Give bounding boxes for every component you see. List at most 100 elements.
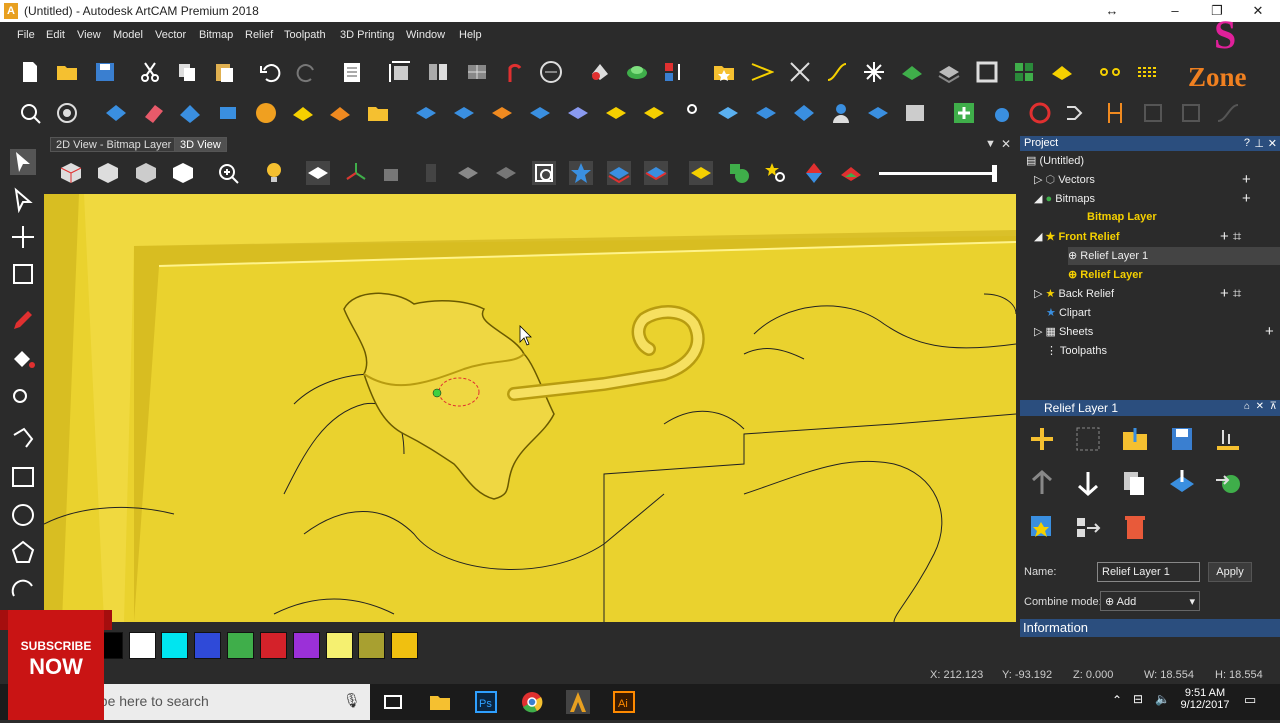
bend-icon[interactable] xyxy=(1103,101,1127,125)
menu-bitmap[interactable]: Bitmap xyxy=(199,29,233,41)
swatch-gold[interactable] xyxy=(391,632,418,659)
notifications-icon[interactable]: ▭ xyxy=(1244,692,1256,708)
swatch-olive[interactable] xyxy=(358,632,385,659)
menu-view[interactable]: View xyxy=(77,29,101,41)
pin-panel-icon[interactable]: ⊥ xyxy=(1254,137,1264,150)
view-side-icon[interactable] xyxy=(134,161,158,185)
delete-layer-icon[interactable] xyxy=(1120,512,1150,542)
person-relief-icon[interactable] xyxy=(829,101,853,125)
apply-layer-icon[interactable] xyxy=(1213,468,1243,498)
measure-icon[interactable] xyxy=(539,60,563,84)
wave-pattern-icon[interactable] xyxy=(1136,60,1160,84)
drop-icon[interactable] xyxy=(990,101,1014,125)
tree-item-bitmaps[interactable]: ◢ ● Bitmaps xyxy=(1034,192,1095,205)
layer-properties-icon[interactable] xyxy=(1027,512,1057,542)
close-layer-panel-icon[interactable]: ✕ xyxy=(1256,401,1264,412)
menu-window[interactable]: Window xyxy=(406,29,445,41)
cube-blue-icon[interactable] xyxy=(792,101,816,125)
material-icon[interactable] xyxy=(381,161,405,185)
rectangle-icon[interactable] xyxy=(10,464,36,490)
polygon-icon[interactable] xyxy=(10,539,36,565)
add-back-relief-icon[interactable]: + ⌗ xyxy=(1220,285,1241,302)
relief-icon[interactable] xyxy=(625,60,649,84)
view-top-icon[interactable] xyxy=(171,161,195,185)
star-view-icon[interactable] xyxy=(569,161,593,185)
swatch-blue[interactable] xyxy=(194,632,221,659)
pin-icon[interactable] xyxy=(680,101,704,125)
offset-icon[interactable] xyxy=(528,101,552,125)
sort-icon[interactable] xyxy=(662,60,686,84)
3d-viewport[interactable] xyxy=(44,194,1016,622)
add-vector-icon[interactable]: + xyxy=(1242,171,1251,188)
box-select-icon[interactable] xyxy=(532,161,556,185)
brightness-slider[interactable] xyxy=(879,172,997,175)
add-layer-icon[interactable] xyxy=(1027,424,1057,454)
tree-item-toolpaths[interactable]: ⋮ Toolpaths xyxy=(1046,344,1107,357)
notes-icon[interactable] xyxy=(340,60,364,84)
layers-view-icon[interactable] xyxy=(607,161,631,185)
stack-layers-icon[interactable] xyxy=(903,101,927,125)
volume-icon[interactable]: 🔈 xyxy=(1155,692,1170,706)
spin-icon[interactable] xyxy=(216,101,240,125)
microphone-icon[interactable]: 🎙 xyxy=(343,692,361,709)
save-icon[interactable] xyxy=(93,60,117,84)
clock[interactable]: 9:51 AM 9/12/2017 xyxy=(1180,687,1230,711)
add-bitmap-icon[interactable]: + xyxy=(1242,190,1251,207)
tree-item-front-relief[interactable]: ◢ ★ Front Relief xyxy=(1034,230,1120,243)
add-sheet-icon[interactable]: + xyxy=(1265,323,1274,340)
file-explorer-icon[interactable] xyxy=(428,690,452,714)
swatch-red[interactable] xyxy=(260,632,287,659)
shape-editor-icon[interactable] xyxy=(104,101,128,125)
apply-button[interactable]: Apply xyxy=(1208,562,1252,582)
import-layer-icon[interactable] xyxy=(1120,424,1150,454)
swatch-cyan[interactable] xyxy=(161,632,188,659)
add-front-relief-icon[interactable]: + ⌗ xyxy=(1220,228,1241,245)
disabled-curve-icon[interactable] xyxy=(1216,101,1240,125)
illustrator-icon[interactable]: Ai xyxy=(612,690,636,714)
blue-diamond-icon[interactable] xyxy=(414,101,438,125)
tile-icon[interactable] xyxy=(1012,60,1036,84)
set-model-size-icon[interactable] xyxy=(388,60,412,84)
view-iso-icon[interactable] xyxy=(59,161,83,185)
circle-icon[interactable] xyxy=(10,502,36,528)
subtract-relief-icon[interactable] xyxy=(642,101,666,125)
merge-layer-icon[interactable] xyxy=(1167,468,1197,498)
disc-icon[interactable] xyxy=(1028,101,1052,125)
ruler-layer-icon[interactable] xyxy=(1213,424,1243,454)
polyline-icon[interactable] xyxy=(10,425,36,451)
combine-mode-select[interactable]: ⊕ Add ▾ xyxy=(1100,591,1200,611)
rainbow-icon[interactable] xyxy=(839,161,863,185)
help-icon[interactable]: ? xyxy=(1244,137,1250,149)
tab-2d-view[interactable]: 2D View - Bitmap Layer xyxy=(50,137,178,152)
tree-item-relief-layer[interactable]: ⊕ Relief Layer xyxy=(1068,268,1143,281)
bitmap-to-vector-icon[interactable] xyxy=(588,60,612,84)
node-edit-icon[interactable] xyxy=(788,60,812,84)
layers-stack-icon[interactable] xyxy=(754,101,778,125)
menu-help[interactable]: Help xyxy=(459,29,482,41)
tab-3d-view[interactable]: 3D View xyxy=(174,137,227,152)
new-file-icon[interactable] xyxy=(18,60,42,84)
grid-icon[interactable] xyxy=(465,60,489,84)
green-shapes-icon[interactable] xyxy=(727,161,751,185)
scale-icon[interactable] xyxy=(10,261,36,287)
move-layer-up-icon[interactable] xyxy=(1027,468,1057,498)
information-panel-header[interactable]: Information xyxy=(1020,619,1280,637)
tree-item-relief-layer-1[interactable]: ⊕ Relief Layer 1 xyxy=(1068,247,1280,265)
tree-item-bitmap-layer[interactable]: Bitmap Layer xyxy=(1087,211,1157,223)
find-star-icon[interactable] xyxy=(764,161,788,185)
move-icon[interactable] xyxy=(10,224,36,250)
menu-vector[interactable]: Vector xyxy=(155,29,186,41)
layer-name-input[interactable] xyxy=(1097,562,1200,582)
vector-arrow-icon[interactable] xyxy=(750,60,775,84)
zoom-icon[interactable] xyxy=(18,101,42,125)
frame-icon[interactable] xyxy=(975,60,999,84)
disabled-crop-icon[interactable] xyxy=(1141,101,1165,125)
cut-icon[interactable] xyxy=(138,60,162,84)
lift-icon[interactable] xyxy=(716,101,740,125)
favorite-folder-icon[interactable] xyxy=(712,60,736,84)
tray-chevron-icon[interactable]: ⌃ xyxy=(1112,693,1122,707)
smooth-icon[interactable] xyxy=(328,101,352,125)
magnet-icon[interactable] xyxy=(502,60,526,84)
tree-item-clipart[interactable]: ★ Clipart xyxy=(1046,306,1091,319)
paste-icon[interactable] xyxy=(212,60,236,84)
